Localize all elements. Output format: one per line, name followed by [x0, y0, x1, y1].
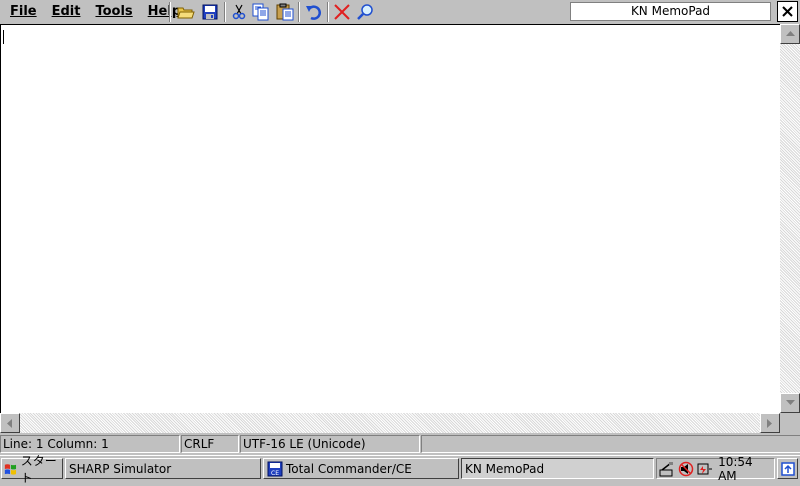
scrollbar-corner	[780, 413, 800, 433]
top-bar: File Edit Tools Help KN MemoPad	[0, 0, 800, 24]
task-total-commander[interactable]: CE Total Commander/CE	[263, 458, 459, 479]
text-caret	[3, 30, 4, 44]
text-editor[interactable]	[0, 24, 780, 413]
copy-icon	[252, 3, 269, 21]
sound-muted-icon	[678, 461, 694, 476]
paste-button[interactable]	[274, 1, 296, 23]
status-position: Line: 1 Column: 1	[0, 435, 180, 453]
horizontal-scrollbar[interactable]	[0, 413, 780, 433]
scroll-up-button[interactable]	[780, 24, 800, 44]
show-desktop-button[interactable]	[777, 458, 798, 479]
toolbar-separator	[327, 2, 329, 22]
system-tray: 10:54 AM	[656, 455, 775, 483]
status-bar: Line: 1 Column: 1 CRLF UTF-16 LE (Unicod…	[0, 434, 800, 454]
cut-icon	[232, 4, 246, 20]
tray-item-battery[interactable]	[696, 460, 713, 477]
find-icon	[357, 4, 373, 20]
toolbar-separator	[298, 2, 300, 22]
scroll-right-button[interactable]	[760, 413, 780, 433]
open-icon	[177, 7, 195, 19]
menu-bar: File Edit Tools Help	[0, 0, 186, 24]
task-sharp-simulator[interactable]: SHARP Simulator	[65, 458, 261, 479]
cut-button[interactable]	[228, 1, 250, 23]
close-icon	[782, 6, 793, 17]
window-title: KN MemoPad	[570, 2, 771, 21]
menu-tools[interactable]: Tools	[90, 2, 137, 22]
save-button[interactable]	[199, 1, 221, 23]
menu-file[interactable]: File	[5, 2, 42, 22]
task-label: Total Commander/CE	[286, 461, 412, 476]
tray-item-connection[interactable]	[659, 460, 676, 477]
save-icon	[202, 4, 218, 20]
copy-button[interactable]	[250, 1, 272, 23]
vertical-scrollbar[interactable]	[780, 24, 800, 413]
undo-icon	[306, 5, 321, 20]
total-commander-icon: CE	[267, 461, 283, 477]
close-button[interactable]	[777, 1, 798, 22]
toolbar-separator	[224, 2, 226, 22]
status-encoding: UTF-16 LE (Unicode)	[240, 435, 420, 453]
scroll-down-button[interactable]	[780, 393, 800, 413]
menu-edit[interactable]: Edit	[47, 2, 86, 22]
start-button[interactable]: スタート	[1, 454, 63, 485]
toolbar-separator	[169, 2, 171, 22]
windows-logo-icon	[4, 463, 17, 475]
clock[interactable]: 10:54 AM	[718, 455, 774, 483]
task-kn-memopad[interactable]: KN MemoPad	[461, 458, 654, 479]
find-button[interactable]	[354, 1, 376, 23]
arrow-down-icon	[785, 400, 795, 405]
taskbar: スタート SHARP Simulator CE Total Commander/…	[0, 454, 800, 485]
open-button[interactable]	[175, 1, 197, 23]
desktop-icon	[780, 461, 795, 476]
status-extra	[421, 435, 800, 453]
arrow-right-icon	[767, 418, 772, 428]
paste-icon	[276, 3, 294, 21]
status-line-ending: CRLF	[181, 435, 239, 453]
undo-button[interactable]	[303, 1, 325, 23]
delete-icon	[334, 4, 350, 20]
svg-text:CE: CE	[271, 470, 279, 477]
delete-button[interactable]	[331, 1, 353, 23]
scroll-left-button[interactable]	[0, 413, 20, 433]
tray-item-sound[interactable]	[678, 460, 695, 477]
connection-icon	[659, 461, 674, 476]
arrow-left-icon	[7, 418, 12, 428]
start-label: スタート	[20, 453, 57, 485]
power-icon	[697, 463, 712, 474]
task-label: KN MemoPad	[465, 461, 545, 476]
arrow-up-icon	[785, 31, 795, 36]
task-label: SHARP Simulator	[69, 461, 172, 476]
